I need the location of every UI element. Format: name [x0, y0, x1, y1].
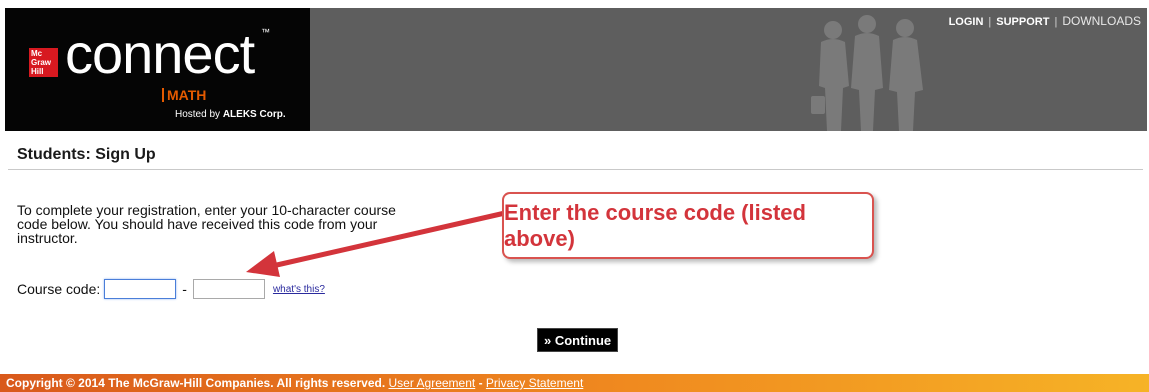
whats-this-link[interactable]: what's this? [273, 284, 325, 295]
annotation-arrow-icon [246, 210, 508, 277]
privacy-statement-link[interactable]: Privacy Statement [486, 376, 583, 390]
support-link[interactable]: SUPPORT [996, 16, 1049, 28]
page-title: Students: Sign Up [17, 146, 156, 163]
annotation-callout-text: Enter the course code (listed above) [504, 199, 806, 251]
hosted-by-company: ALEKS Corp. [222, 109, 286, 120]
footer: Copyright © 2014 The McGraw-Hill Compani… [0, 374, 1149, 392]
course-code-label: Course code: [17, 281, 101, 297]
nav-separator: | [1054, 16, 1058, 28]
course-code-part1-input[interactable] [104, 279, 177, 299]
mh-logo-line: Graw [31, 58, 52, 67]
mh-logo-line: Hill [31, 67, 44, 76]
students-silhouette-icon [811, 15, 923, 131]
hosted-by-prefix: Hosted by [175, 109, 223, 120]
mcgraw-hill-logo-icon: Mc Graw Hill [29, 48, 58, 77]
login-link[interactable]: LOGIN [949, 16, 984, 28]
divider [8, 169, 1143, 170]
code-dash: - [182, 281, 187, 297]
course-code-part2-input[interactable] [192, 279, 265, 299]
mh-logo-line: Mc [31, 49, 43, 58]
product-name: MATH [162, 88, 206, 102]
continue-button[interactable]: » Continue [537, 328, 619, 352]
course-code-row: Course code: - what's this? [17, 279, 325, 299]
footer-separator: - [475, 376, 486, 390]
user-agreement-link[interactable]: User Agreement [389, 376, 476, 390]
connect-wordmark: connect [65, 22, 255, 85]
site-header: Mc Graw Hill connect ™ MATH Hosted by AL… [5, 8, 1147, 131]
annotation-callout: Enter the course code (listed above) [502, 192, 874, 259]
downloads-link[interactable]: DOWNLOADS [1062, 14, 1141, 28]
connect-logo[interactable]: Mc Graw Hill connect ™ MATH Hosted by AL… [5, 8, 310, 131]
hosted-by: Hosted by ALEKS Corp. [175, 109, 286, 120]
nav-separator: | [988, 16, 992, 28]
copyright-text: Copyright © 2014 The McGraw-Hill Compani… [6, 376, 386, 390]
top-navigation: LOGIN | SUPPORT | DOWNLOADS [949, 14, 1141, 28]
trademark-symbol: ™ [261, 27, 270, 37]
